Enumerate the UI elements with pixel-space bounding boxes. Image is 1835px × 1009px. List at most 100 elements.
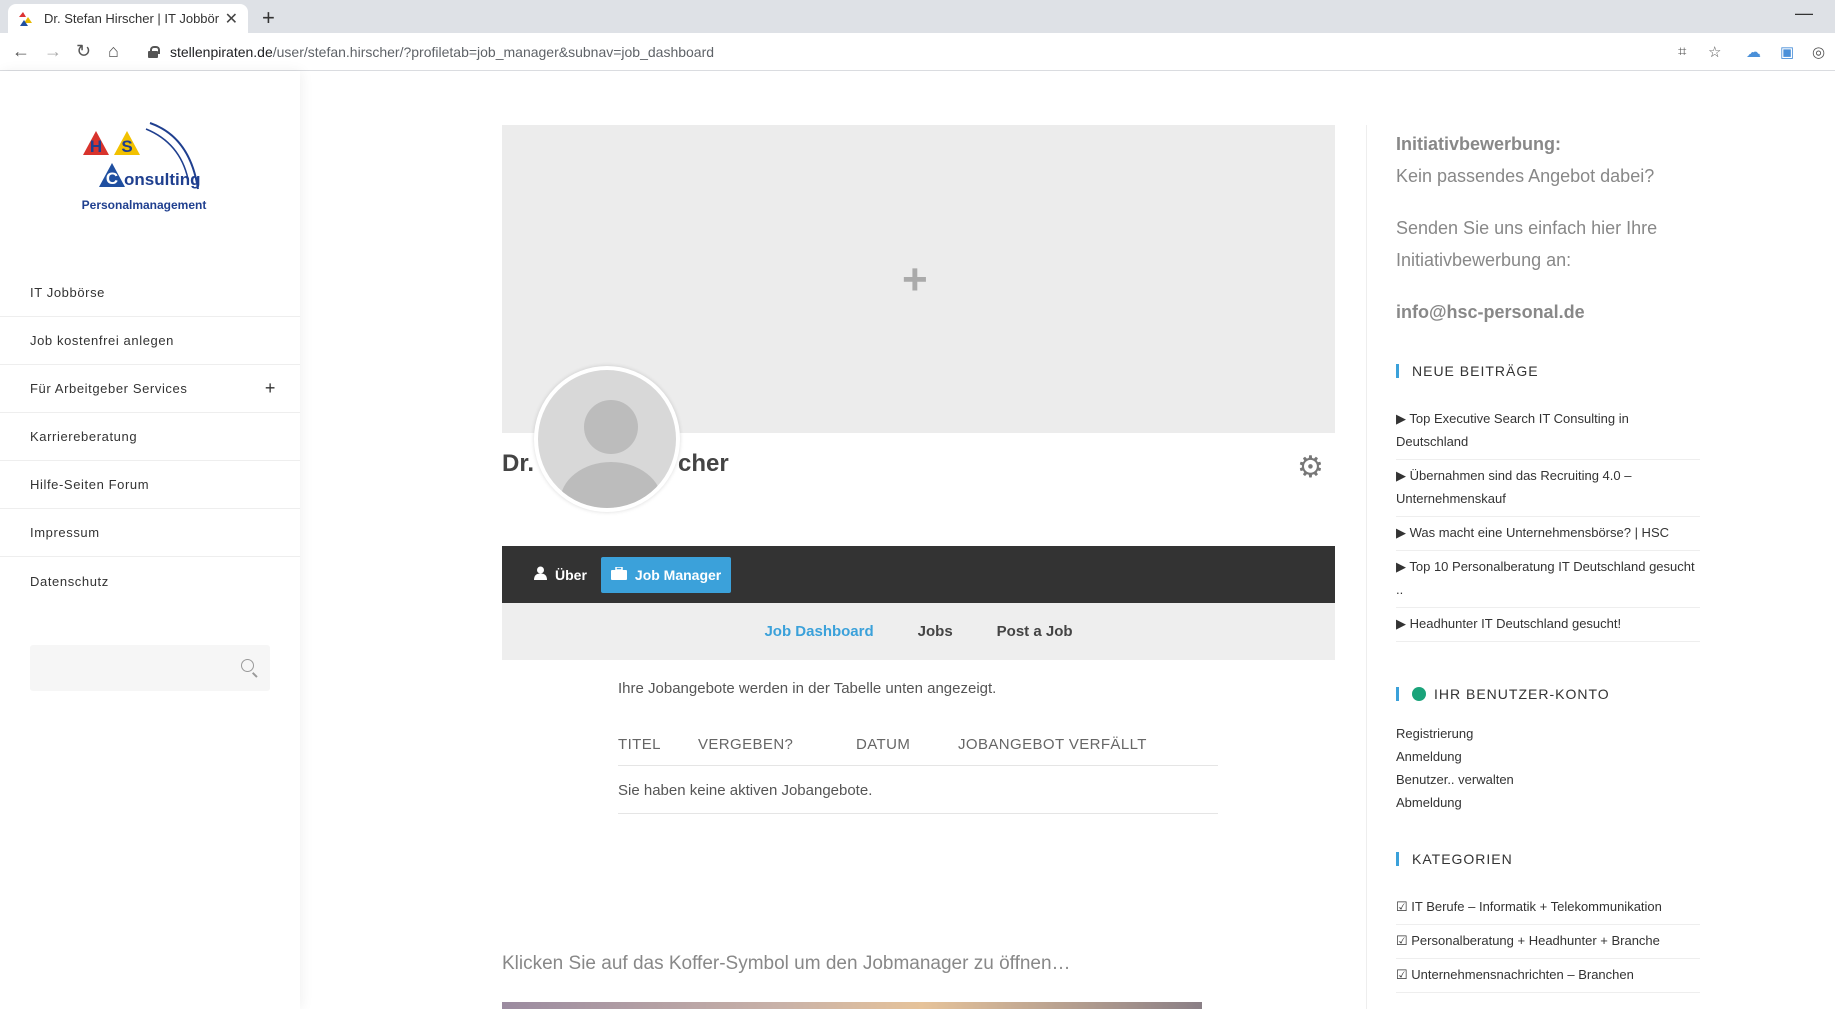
list-item[interactable]: ☑ Unternehmensnachrichten – Branchen <box>1396 959 1700 993</box>
gear-icon[interactable]: ⚙ <box>1297 450 1324 485</box>
tab-label: Über <box>555 566 587 583</box>
column-header-datum: DATUM <box>856 732 958 766</box>
menu-item-karriereberatung[interactable]: Karriereberatung <box>0 413 300 461</box>
menu-item-label: IT Jobbörse <box>30 285 106 300</box>
menu-item-label: Impressum <box>30 525 100 540</box>
cloud-extension-icon[interactable]: ☁ <box>1746 43 1761 61</box>
list-item[interactable]: ☑ IT Berufe – Informatik + Telekommunika… <box>1396 891 1700 925</box>
reload-icon[interactable]: ↻ <box>76 41 91 62</box>
empty-jobs-message: Sie haben keine aktiven Jobangebote. <box>618 765 1218 814</box>
url-host: stellenpiraten.de <box>170 44 273 60</box>
menu-item-datenschutz[interactable]: Datenschutz <box>0 557 300 605</box>
online-status-icon <box>1412 687 1426 701</box>
profile-extension-icon[interactable]: ◎ <box>1812 43 1825 61</box>
main-menu: IT Jobbörse Job kostenfrei anlegen Für A… <box>0 269 300 605</box>
sidebar-extension-icon[interactable]: ▣ <box>1780 43 1794 61</box>
search-icon[interactable] <box>241 659 254 672</box>
widget-title-categories: KATEGORIEN <box>1396 851 1513 867</box>
job-manager-subnav: Job Dashboard Jobs Post a Job <box>502 603 1335 660</box>
link-benutzer-verwalten[interactable]: Benutzer.. verwalten <box>1396 768 1696 791</box>
profile-name-part: Dr. <box>502 450 535 477</box>
avatar-head-shape <box>584 400 638 454</box>
back-icon[interactable]: ← <box>12 41 30 62</box>
menu-item-label: Job kostenfrei anlegen <box>30 333 175 348</box>
jobmanager-hint: Klicken Sie auf das Koffer-Symbol um den… <box>502 953 1071 974</box>
initiativbewerbung-box: Initiativbewerbung: Kein passendes Angeb… <box>1396 128 1726 328</box>
account-links: Registrierung Anmeldung Benutzer.. verwa… <box>1396 722 1696 814</box>
table-row: Sie haben keine aktiven Jobangebote. <box>618 765 1218 814</box>
init-line: Kein passendes Angebot dabei? <box>1396 166 1655 186</box>
translate-icon[interactable]: ⌗ <box>1678 43 1686 60</box>
menu-item-label: Für Arbeitgeber Services <box>30 381 188 396</box>
list-item[interactable]: ▶ Übernahmen sind das Recruiting 4.0 – U… <box>1396 460 1700 517</box>
list-item[interactable]: ▶ Top 10 Personalberatung IT Deutschland… <box>1396 551 1700 608</box>
menu-item-hilfe-forum[interactable]: Hilfe-Seiten Forum <box>0 461 300 509</box>
table-header-row: TITEL VERGEBEN? DATUM JOBANGEBOT VERFÄLL… <box>618 732 1218 766</box>
list-item[interactable]: ▶ Headhunter IT Deutschland gesucht! <box>1396 608 1700 642</box>
new-tab-icon[interactable]: + <box>262 5 275 31</box>
init-title: Initiativbewerbung: <box>1396 134 1562 154</box>
menu-item-label: Karriereberatung <box>30 429 138 444</box>
column-header-titel: TITEL <box>618 732 698 766</box>
jobs-info-text: Ihre Jobangebote werden in der Tabelle u… <box>618 680 997 697</box>
browser-tabbar: Dr. Stefan Hirscher | IT Jobbörse ✕ + — <box>0 0 1835 33</box>
categories-list: ☑ IT Berufe – Informatik + Telekommunika… <box>1396 891 1700 993</box>
profile-avatar[interactable] <box>534 366 680 512</box>
sidebar-divider <box>1366 125 1367 1009</box>
tab-title: Dr. Stefan Hirscher | IT Jobbörse <box>44 11 219 26</box>
subnav-post-a-job[interactable]: Post a Job <box>997 623 1073 640</box>
bookmark-star-icon[interactable]: ☆ <box>1708 43 1721 61</box>
avatar-body-shape <box>560 462 662 508</box>
lock-icon <box>148 46 160 58</box>
menu-item-it-jobboerse[interactable]: IT Jobbörse <box>0 269 300 317</box>
expand-plus-icon[interactable]: + <box>265 378 276 399</box>
briefcase-icon <box>610 565 627 583</box>
video-thumbnail[interactable] <box>502 1002 1202 1009</box>
minimize-icon[interactable]: — <box>1795 3 1813 24</box>
browser-tab[interactable]: Dr. Stefan Hirscher | IT Jobbörse ✕ <box>8 4 248 33</box>
svg-text:Personalmanagement: Personalmanagement <box>82 198 207 212</box>
search-input[interactable] <box>30 645 220 691</box>
link-anmeldung[interactable]: Anmeldung <box>1396 745 1696 768</box>
company-logo[interactable]: H S C onsulting Personalmanagement <box>80 119 230 219</box>
user-icon <box>534 566 547 583</box>
favicon-icon <box>18 11 34 27</box>
menu-item-label: Hilfe-Seiten Forum <box>30 477 150 492</box>
svg-text:S: S <box>121 137 132 156</box>
widget-title-text: IHR BENUTZER-KONTO <box>1434 686 1610 702</box>
profile-tabs: Über Job Manager <box>502 546 1335 603</box>
link-registrierung[interactable]: Registrierung <box>1396 722 1696 745</box>
menu-item-impressum[interactable]: Impressum <box>0 509 300 557</box>
widget-title-account: IHR BENUTZER-KONTO <box>1396 686 1610 702</box>
tab-label: Job Manager <box>634 566 722 583</box>
sidebar-search <box>30 645 270 691</box>
tab-ueber[interactable]: Über <box>524 557 597 593</box>
svg-text:onsulting: onsulting <box>124 170 200 189</box>
list-item[interactable]: ▶ Was macht eine Unternehmensbörse? | HS… <box>1396 517 1700 551</box>
forward-icon[interactable]: → <box>44 41 62 62</box>
add-cover-plus-icon[interactable]: + <box>902 255 928 305</box>
jobs-table: TITEL VERGEBEN? DATUM JOBANGEBOT VERFÄLL… <box>618 732 1218 814</box>
widget-title-posts: NEUE BEITRÄGE <box>1396 363 1539 379</box>
init-email-link[interactable]: info@hsc-personal.de <box>1396 296 1726 328</box>
address-bar: ← → ↻ ⌂ stellenpiraten.de/user/stefan.hi… <box>0 33 1835 71</box>
widget-title-text: NEUE BEITRÄGE <box>1412 363 1539 379</box>
menu-item-arbeitgeber-services[interactable]: Für Arbeitgeber Services + <box>0 365 300 413</box>
link-abmeldung[interactable]: Abmeldung <box>1396 791 1696 814</box>
tab-job-manager[interactable]: Job Manager <box>600 556 732 593</box>
close-tab-icon[interactable]: ✕ <box>225 9 238 29</box>
home-icon[interactable]: ⌂ <box>108 41 119 62</box>
menu-item-label: Datenschutz <box>30 573 109 589</box>
recent-posts-list: ▶ Top Executive Search IT Consulting in … <box>1396 403 1700 642</box>
widget-title-text: KATEGORIEN <box>1412 851 1513 867</box>
list-item[interactable]: ▶ Top Executive Search IT Consulting in … <box>1396 403 1700 460</box>
init-line: Senden Sie uns einfach hier Ihre Initiat… <box>1396 218 1658 270</box>
svg-text:H: H <box>90 137 102 156</box>
url-field[interactable]: stellenpiraten.de/user/stefan.hirscher/?… <box>148 39 1678 65</box>
menu-item-job-anlegen[interactable]: Job kostenfrei anlegen <box>0 317 300 365</box>
list-item[interactable]: ☑ Personalberatung + Headhunter + Branch… <box>1396 925 1700 959</box>
url-path: /user/stefan.hirscher/?profiletab=job_ma… <box>272 44 715 60</box>
column-header-verfaellt: JOBANGEBOT VERFÄLLT <box>958 732 1218 766</box>
subnav-job-dashboard[interactable]: Job Dashboard <box>764 623 873 640</box>
subnav-jobs[interactable]: Jobs <box>918 623 953 640</box>
